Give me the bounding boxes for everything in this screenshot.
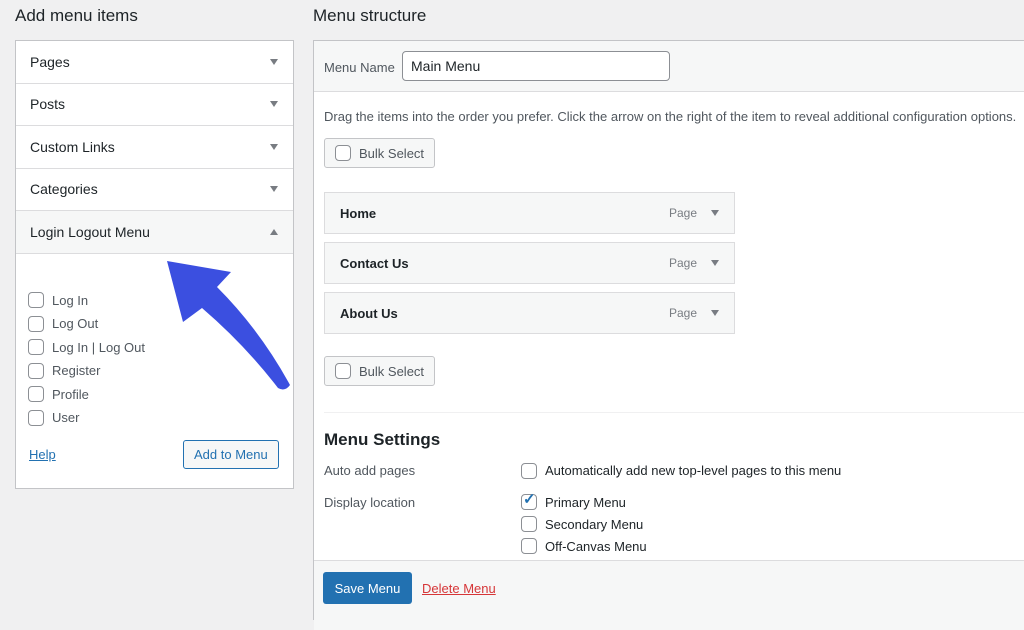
display-location-label: Display location xyxy=(324,495,416,510)
location-label: Secondary Menu xyxy=(545,516,644,532)
checkbox[interactable] xyxy=(28,409,44,426)
accordion-pages[interactable]: Pages xyxy=(16,41,293,84)
menu-name-label: Menu Name xyxy=(324,60,395,75)
add-to-menu-button[interactable]: Add to Menu xyxy=(183,440,279,469)
delete-menu-link[interactable]: Delete Menu xyxy=(422,581,496,596)
menu-item-title: About Us xyxy=(340,305,398,321)
menu-item-type: Page xyxy=(668,256,697,270)
bulk-select-button-bottom[interactable]: Bulk Select xyxy=(324,356,436,386)
accordion-label: Posts xyxy=(30,96,66,113)
chevron-down-icon xyxy=(270,58,278,65)
checkbox[interactable] xyxy=(28,315,44,332)
login-item-label: Log In xyxy=(52,292,89,308)
accordion-label: Login Logout Menu xyxy=(30,223,150,240)
location-primary[interactable]: ✓ Primary Menu xyxy=(521,491,647,513)
save-menu-button[interactable]: Save Menu xyxy=(323,572,412,604)
chevron-down-icon xyxy=(270,143,278,150)
auto-add-option-label: Automatically add new top-level pages to… xyxy=(545,463,842,479)
menu-structure-title: Menu structure xyxy=(313,6,427,25)
menu-item-about-us[interactable]: About Us Page xyxy=(324,292,735,334)
location-secondary[interactable]: Secondary Menu xyxy=(521,513,647,535)
add-menu-items-title: Add menu items xyxy=(15,6,138,25)
login-item-label: Log In | Log Out xyxy=(52,339,145,355)
arrow-annotation-icon xyxy=(167,261,290,390)
display-locations: ✓ Primary Menu Secondary Menu Off-Canvas … xyxy=(521,491,647,557)
chevron-down-icon[interactable] xyxy=(711,210,719,216)
help-link[interactable]: Help xyxy=(29,447,56,462)
accordion-login-logout-menu[interactable]: Login Logout Menu xyxy=(16,211,293,254)
checkbox[interactable] xyxy=(521,462,537,479)
accordion-categories[interactable]: Categories xyxy=(16,168,293,211)
location-off-canvas[interactable]: Off-Canvas Menu xyxy=(521,535,647,557)
checkbox[interactable] xyxy=(28,292,44,309)
auto-add-label: Auto add pages xyxy=(324,463,416,478)
login-item-label: Register xyxy=(52,363,101,379)
checkbox[interactable] xyxy=(521,538,537,554)
checkbox[interactable] xyxy=(335,363,351,379)
chevron-down-icon xyxy=(270,186,278,193)
menu-settings-title: Menu Settings xyxy=(324,430,441,449)
chevron-down-icon[interactable] xyxy=(711,310,719,316)
location-label: Off-Canvas Menu xyxy=(545,538,647,554)
menu-name-bar: Menu Name xyxy=(314,41,1024,92)
location-label: Primary Menu xyxy=(545,494,626,510)
checkbox[interactable] xyxy=(28,386,44,403)
divider xyxy=(324,412,1024,413)
bulk-select-button[interactable]: Bulk Select xyxy=(324,138,436,168)
menu-name-input[interactable] xyxy=(402,51,670,81)
checkbox[interactable] xyxy=(335,145,351,161)
menu-item-home[interactable]: Home Page xyxy=(324,192,735,234)
bulk-select-label: Bulk Select xyxy=(359,145,425,161)
chevron-down-icon xyxy=(270,101,278,108)
login-item[interactable]: User xyxy=(28,406,293,430)
accordion-label: Pages xyxy=(30,53,70,70)
menu-item-type: Page xyxy=(668,206,697,220)
auto-add-option[interactable]: Automatically add new top-level pages to… xyxy=(521,459,841,483)
login-item-label: Log Out xyxy=(52,316,99,332)
chevron-down-icon[interactable] xyxy=(711,260,719,266)
menu-item-title: Contact Us xyxy=(340,255,409,271)
chevron-up-icon xyxy=(270,228,278,235)
login-item-label: User xyxy=(52,410,80,426)
checkbox-checked[interactable]: ✓ xyxy=(521,491,537,510)
instructions: Drag the items into the order you prefer… xyxy=(324,109,1017,124)
menu-structure-panel: Menu Name Drag the items into the order … xyxy=(313,40,1024,630)
menu-item-type: Page xyxy=(668,306,697,320)
bulk-select-label: Bulk Select xyxy=(359,363,425,379)
login-item-label: Profile xyxy=(52,386,89,402)
accordion-label: Custom Links xyxy=(30,138,115,155)
accordion-posts[interactable]: Posts xyxy=(16,83,293,126)
checkbox[interactable] xyxy=(28,362,44,379)
checkbox[interactable] xyxy=(521,516,537,532)
check-icon: ✓ xyxy=(523,491,536,508)
accordion-label: Categories xyxy=(30,181,98,198)
menu-item-contact-us[interactable]: Contact Us Page xyxy=(324,242,735,284)
checkbox[interactable] xyxy=(28,339,44,356)
footer-bar: Save Menu Delete Menu xyxy=(314,560,1024,630)
accordion-custom-links[interactable]: Custom Links xyxy=(16,126,293,169)
menu-item-title: Home xyxy=(340,205,377,221)
